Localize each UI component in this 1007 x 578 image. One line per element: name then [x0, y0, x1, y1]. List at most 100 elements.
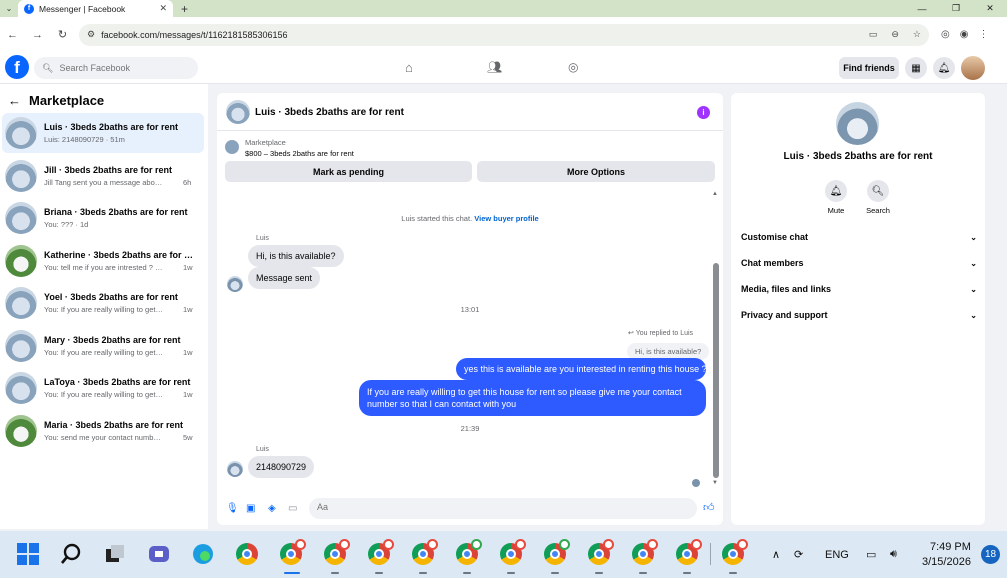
groups-icon[interactable]: ◎: [568, 60, 578, 74]
site-info-icon[interactable]: ⚙: [87, 29, 95, 40]
listing-price: $800 – 3beds 2baths are for rent: [245, 149, 354, 158]
close-window-icon[interactable]: ✕: [973, 0, 1007, 17]
chat-panel: Luis · 3beds 2baths are for rent i Marke…: [217, 93, 723, 525]
home-icon[interactable]: ⌂: [405, 60, 413, 75]
photo-icon[interactable]: ▣: [246, 503, 255, 514]
friends-icon[interactable]: 👥︎: [487, 60, 502, 74]
chat-started-notice: Luis started this chat. View buyer profi…: [217, 214, 723, 223]
facebook-logo-icon[interactable]: f: [5, 55, 29, 79]
show-hidden-icons[interactable]: ∧: [772, 531, 780, 578]
back-icon[interactable]: ←: [0, 29, 25, 41]
system-clock[interactable]: 7:49 PM 3/15/2026: [922, 540, 971, 570]
conversation-item[interactable]: Briana · 3beds 2baths are for rent You: …: [2, 198, 204, 238]
chat-members-section[interactable]: Chat members ⌄: [741, 255, 977, 271]
app-indicator: [639, 572, 647, 574]
find-friends-button[interactable]: Find friends: [839, 57, 899, 79]
search-icon[interactable]: [58, 541, 84, 567]
reload-icon[interactable]: ↻: [50, 28, 75, 41]
facebook-header: f 🔍︎ ⌂ 👥︎ ◎ Find friends ▦ 🔔︎: [0, 52, 1007, 84]
chrome-icon[interactable]: [236, 543, 258, 565]
timestamp: 13:01: [460, 305, 480, 314]
notification-badge[interactable]: 18: [981, 545, 1000, 564]
profile-badge-icon: [737, 539, 748, 550]
conversation-item[interactable]: Maria · 3beds 2baths are for rent You: s…: [2, 411, 204, 451]
microphone-icon[interactable]: 🎙︎: [226, 503, 239, 514]
active-app-indicator: [284, 572, 300, 574]
menu-grid-icon[interactable]: ▦: [905, 57, 927, 79]
address-bar[interactable]: ⚙ facebook.com/messages/t/11621815853061…: [79, 23, 929, 46]
forward-icon[interactable]: →: [25, 29, 50, 41]
incoming-message[interactable]: Message sent: [248, 267, 321, 289]
volume-icon[interactable]: 🔊︎: [890, 531, 897, 578]
app-indicator: [419, 572, 427, 574]
account-icon[interactable]: ◉: [960, 29, 969, 40]
edge-browser-icon[interactable]: [190, 541, 216, 567]
conversation-name: Mary · 3beds 2baths are for rent: [44, 335, 181, 345]
profile-badge-icon: [515, 539, 526, 550]
cast-icon[interactable]: ▭: [869, 29, 878, 40]
conversation-item[interactable]: Jill · 3beds 2baths are for rent Jill Ta…: [2, 156, 204, 196]
more-options-button[interactable]: More Options: [477, 161, 715, 182]
search-chat-button[interactable]: 🔍︎ Search: [858, 180, 898, 215]
mute-button[interactable]: 🔔︎ Mute: [816, 180, 856, 215]
extension-icon[interactable]: ◎: [941, 29, 950, 40]
restore-icon[interactable]: ❐: [939, 0, 973, 17]
message-composer: 🎙︎ ▣ ◈ ▭ ☺ 👍︎: [217, 493, 723, 525]
task-view-icon[interactable]: [102, 541, 128, 567]
sticker-icon[interactable]: ◈: [268, 503, 276, 514]
conversation-time: 1w: [183, 348, 193, 357]
menu-kebab-icon[interactable]: ⋮: [978, 29, 988, 40]
tab-search-icon[interactable]: ⌄: [0, 0, 18, 17]
chat-scrollbar[interactable]: [713, 263, 719, 478]
customise-chat-section[interactable]: Customise chat ⌄: [741, 229, 977, 245]
conversation-item[interactable]: Yoel · 3beds 2baths are for rent You: If…: [2, 283, 204, 323]
back-arrow-icon[interactable]: ←: [8, 93, 21, 108]
sender-name: Luis: [256, 446, 269, 453]
new-tab-icon[interactable]: +: [181, 2, 188, 16]
network-icon[interactable]: ▭: [866, 531, 876, 578]
gif-icon[interactable]: ▭: [288, 503, 297, 514]
facebook-search[interactable]: 🔍︎: [34, 57, 198, 79]
incoming-message[interactable]: 2148090729: [248, 456, 315, 478]
conversation-item[interactable]: Mary · 3beds 2baths are for rent You: If…: [2, 326, 204, 366]
browser-tab-messenger[interactable]: f Messenger | Facebook ✕: [18, 0, 173, 17]
outgoing-message[interactable]: If you are really willing to get this ho…: [359, 380, 706, 416]
chat-avatar[interactable]: [226, 100, 250, 124]
chat-details-panel: Luis · 3beds 2baths are for rent 🔔︎ Mute…: [731, 93, 985, 525]
conversation-item[interactable]: Katherine · 3beds 2baths are for re... Y…: [2, 241, 204, 281]
meet-icon[interactable]: [146, 541, 172, 567]
conversation-item[interactable]: LaToya · 3beds 2baths are for rent You: …: [2, 368, 204, 408]
info-icon[interactable]: i: [697, 106, 710, 119]
conversation-preview: You: tell me if you are intrested ? this…: [44, 263, 164, 272]
contact-avatar[interactable]: [836, 102, 879, 145]
thumbs-up-icon[interactable]: 👍︎: [703, 501, 715, 514]
facebook-search-input[interactable]: [59, 63, 190, 73]
language-indicator[interactable]: ENG: [825, 531, 849, 578]
sync-icon[interactable]: ⟳: [794, 531, 803, 578]
media-files-links-section[interactable]: Media, files and links ⌄: [741, 281, 977, 297]
message-input[interactable]: [317, 502, 657, 512]
scroll-down-icon[interactable]: ▼: [712, 480, 718, 486]
windows-start-icon[interactable]: [15, 541, 41, 567]
chevron-down-icon: ⌄: [970, 232, 977, 242]
view-buyer-profile-link[interactable]: View buyer profile: [474, 214, 538, 223]
browser-tab-bar: ⌄ f Messenger | Facebook ✕ + — ❐ ✕: [0, 0, 1007, 17]
listing-thumbnail: [225, 140, 239, 154]
conversation-name: Luis · 3beds 2baths are for rent: [44, 122, 179, 132]
notifications-bell-icon[interactable]: 🔔︎: [933, 57, 955, 79]
conversation-item[interactable]: Luis · 3beds 2baths are for rent Luis: 2…: [2, 113, 204, 153]
privacy-support-section[interactable]: Privacy and support ⌄: [741, 307, 977, 323]
bookmark-star-icon[interactable]: ☆: [913, 29, 921, 40]
outgoing-message[interactable]: yes this is available are you interested…: [456, 358, 707, 380]
close-tab-icon[interactable]: ✕: [159, 3, 167, 14]
contact-name: Luis · 3beds 2baths are for rent: [783, 151, 933, 162]
minimize-icon[interactable]: —: [905, 0, 939, 17]
zoom-icon[interactable]: ⊖: [891, 29, 899, 40]
incoming-message[interactable]: Hi, is this available?: [248, 245, 344, 267]
scroll-up-icon[interactable]: ▲: [712, 191, 718, 197]
avatar: [5, 117, 37, 149]
mark-pending-button[interactable]: Mark as pending: [225, 161, 472, 182]
conversation-preview: You: ??? · 1d: [44, 220, 89, 229]
profile-avatar[interactable]: [961, 56, 985, 80]
chat-title[interactable]: Luis · 3beds 2baths are for rent: [255, 107, 404, 118]
